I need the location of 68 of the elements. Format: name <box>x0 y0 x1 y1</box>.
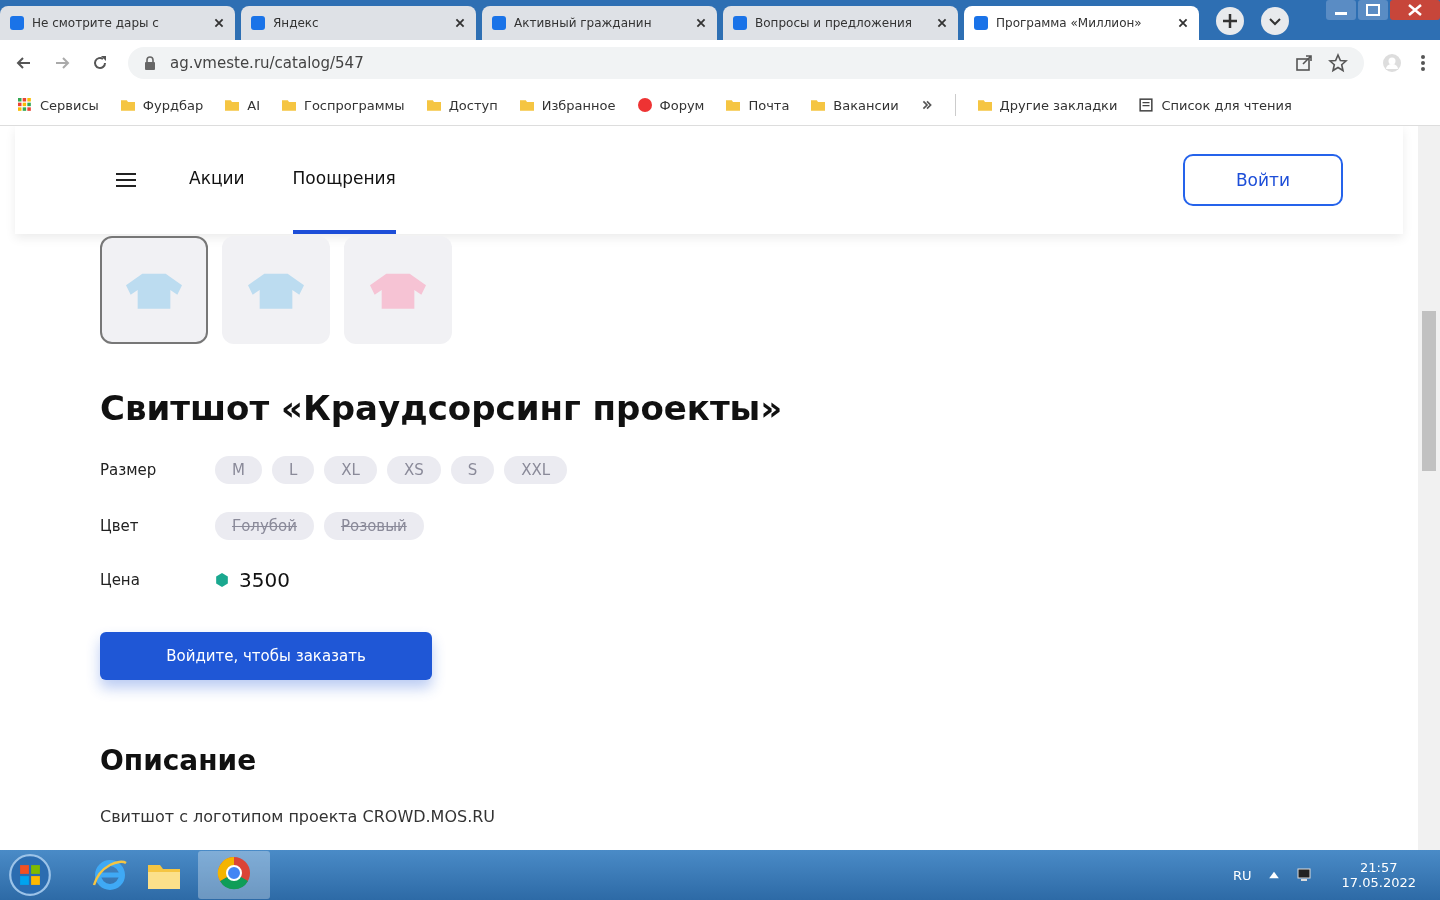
site-icon <box>637 98 652 112</box>
product-thumbnail[interactable] <box>344 236 452 344</box>
tab-search-icon[interactable] <box>1260 6 1290 36</box>
close-icon[interactable] <box>213 17 225 29</box>
favicon-icon <box>974 16 988 30</box>
share-icon[interactable] <box>1294 52 1314 73</box>
browser-tab[interactable]: Вопросы и предложения <box>723 6 958 40</box>
description-text: Свитшот с логотипом проекта CROWD.MOS.RU <box>100 807 497 826</box>
folder-icon <box>281 98 296 112</box>
menu-icon[interactable] <box>115 172 137 188</box>
minimize-icon[interactable] <box>1326 0 1356 20</box>
favicon-icon <box>251 16 265 30</box>
bookmark-folder[interactable]: Другие закладки <box>977 97 1118 113</box>
maximize-icon[interactable] <box>1358 0 1388 20</box>
reading-list[interactable]: Список для чтения <box>1139 97 1292 113</box>
close-icon[interactable] <box>936 17 948 29</box>
close-icon[interactable] <box>454 17 466 29</box>
folder-icon <box>519 98 534 112</box>
folder-icon <box>726 98 741 112</box>
folder-icon <box>120 98 135 112</box>
list-icon <box>1139 98 1154 112</box>
scrollbar[interactable] <box>1418 126 1440 850</box>
folder-icon <box>811 98 826 112</box>
close-icon[interactable] <box>695 17 707 29</box>
bookmark[interactable]: Доступ <box>426 97 498 113</box>
color-label: Цвет <box>100 517 140 535</box>
browser-tab[interactable]: Активный гражданин <box>482 6 717 40</box>
bookmark[interactable]: Вакансии <box>811 97 899 113</box>
start-icon[interactable] <box>8 853 52 897</box>
product-thumbnail[interactable] <box>222 236 330 344</box>
favicon-icon <box>492 16 506 30</box>
browser-tab[interactable]: Не смотрите дары с <box>0 6 235 40</box>
star-icon[interactable] <box>1328 52 1348 73</box>
clock[interactable]: 21:57 17.05.2022 <box>1341 860 1416 890</box>
order-button[interactable]: Войдите, чтобы заказать <box>100 632 432 680</box>
bookmark[interactable]: Почта <box>726 97 790 113</box>
bookmark[interactable]: Фурдбар <box>120 97 204 113</box>
price-label: Цена <box>100 571 141 589</box>
price-value: 3500 <box>239 568 290 592</box>
description-heading: Описание <box>100 744 258 777</box>
folder-icon <box>426 98 441 112</box>
folder-icon <box>225 98 240 112</box>
apps-icon <box>18 98 32 112</box>
size-label: Размер <box>100 461 158 479</box>
language-indicator[interactable]: RU <box>1233 867 1252 883</box>
more-bookmarks-icon[interactable] <box>920 99 933 111</box>
bookmark[interactable]: Форум <box>637 97 705 113</box>
taskbar-button[interactable] <box>198 851 270 899</box>
folder-icon <box>977 98 992 112</box>
browser-tab[interactable]: Программа «Миллион» <box>964 6 1199 40</box>
favicon-icon <box>10 16 24 30</box>
product-title: Свитшот «Краудсорсинг проекты» <box>100 388 784 428</box>
bookmark[interactable]: Сервисы <box>18 97 99 113</box>
bookmark[interactable]: Госпрограммы <box>281 97 405 113</box>
coin-icon <box>215 573 229 587</box>
menu-icon[interactable] <box>1420 52 1426 73</box>
bookmark[interactable]: Избранное <box>519 97 616 113</box>
nav-tab[interactable]: Акции <box>189 126 245 234</box>
favicon-icon <box>733 16 747 30</box>
address-field[interactable]: ag.vmeste.ru/catalog/547 <box>128 46 1364 79</box>
network-icon[interactable] <box>1295 867 1312 883</box>
browser-tab[interactable]: Яндекс <box>241 6 476 40</box>
lock-icon <box>144 55 156 70</box>
product-thumbnail[interactable] <box>100 236 208 344</box>
close-icon[interactable] <box>1177 17 1189 29</box>
login-button[interactable]: Войти <box>1183 154 1343 206</box>
new-tab-icon[interactable] <box>1215 6 1245 36</box>
bookmark[interactable]: AI <box>225 97 260 113</box>
